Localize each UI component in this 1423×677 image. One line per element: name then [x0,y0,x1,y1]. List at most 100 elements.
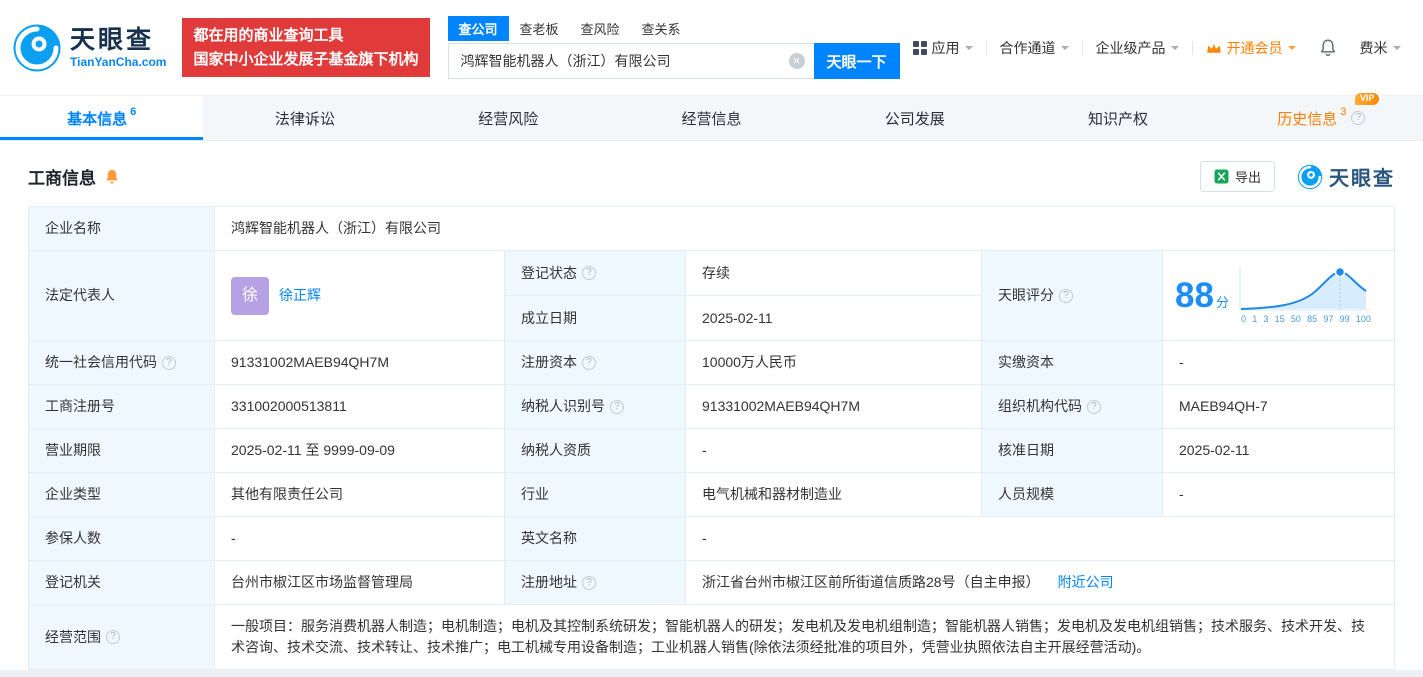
avatar[interactable]: 徐 [231,276,269,315]
help-icon[interactable] [1351,111,1366,125]
chevron-down-icon [1170,45,1179,54]
field-paid-capital-value: - [1162,340,1395,385]
search-input[interactable] [460,53,789,69]
top-nav: 应用 合作通道 企业级产品 开通会员 费米 [900,38,1414,58]
score-distribution-chart: 0 1 3 15 50 85 97 99 100 [1239,264,1371,327]
nav-vip-label: 开通会员 [1226,39,1283,56]
search-tabs: 查公司 查老板 查风险 查关系 [447,16,900,41]
tab-label: 经营风险 [478,110,539,128]
help-icon[interactable] [582,355,596,370]
tab-label: 经营信息 [681,110,742,128]
tab-badge: 6 [130,106,137,118]
nearby-companies-link[interactable]: 附近公司 [1058,574,1114,590]
field-insured-num-label: 参保人数 [28,516,215,561]
help-icon[interactable] [1059,288,1073,303]
field-reg-authority-label: 登记机关 [28,560,215,605]
tab-operating-info[interactable]: 经营信息 [610,96,813,140]
field-legal-rep-value: 徐 徐正辉 [214,250,505,341]
field-business-scope-label: 经营范围 [28,604,215,670]
field-org-code-label: 组织机构代码 [981,384,1163,429]
help-icon[interactable] [610,399,624,414]
field-taxpayer-quality-label: 纳税人资质 [504,428,686,473]
tab-history-info[interactable]: 历史信息 3 VIP [1220,92,1423,140]
clear-icon[interactable] [788,53,805,69]
field-company-type-value: 其他有限责任公司 [214,472,505,517]
tab-intellectual-property[interactable]: 知识产权 [1016,96,1219,140]
brand-text-block: 天眼查 TianYanCha.com [70,26,166,69]
field-reg-capital-label: 注册资本 [504,340,686,385]
tab-legal-proceedings[interactable]: 法律诉讼 [203,96,406,140]
search-button[interactable]: 天眼一下 [813,43,900,79]
field-industry-value: 电气机械和器材制造业 [685,472,982,517]
tab-label: 基本信息 [67,110,128,128]
row-company-name: 企业名称 鸿辉智能机器人（浙江）有限公司 [28,206,1395,251]
field-staff-scale-value: - [1162,472,1395,517]
field-business-scope-value: 一般项目：服务消费机器人制造；电机制造；电机及其控制系统研发；智能机器人的研发；… [214,604,1395,670]
promo-banner: 都在用的商业查询工具 国家中小企业发展子基金旗下机构 [182,18,430,77]
bell-icon [1320,39,1335,57]
apps-grid-icon [912,40,927,55]
tianyancha-watermark: 天眼查 [1297,162,1395,191]
row-authority-address: 登记机关 台州市椒江区市场监督管理局 注册地址 浙江省台州市椒江区前所街道信质路… [28,560,1395,605]
field-paid-capital-label: 实缴资本 [981,340,1163,385]
nav-vip[interactable]: 开通会员 [1193,38,1309,58]
field-legal-rep-label: 法定代表人 [28,250,215,341]
tab-badge: 3 [1340,106,1347,118]
subscribe-bell-icon[interactable] [104,168,120,185]
tab-company-development[interactable]: 公司发展 [813,96,1016,140]
help-icon[interactable] [106,630,120,644]
promo-line1: 都在用的商业查询工具 [193,27,344,45]
main-content: 工商信息 导出 天眼查 企业名称 鸿辉智能机器人（浙江）有限公司 法定代表人 徐… [0,141,1423,670]
help-icon[interactable] [1087,399,1101,414]
field-reg-authority-value: 台州市椒江区市场监督管理局 [214,560,505,605]
help-icon[interactable] [582,266,596,280]
search-tab-risk[interactable]: 查风险 [570,16,631,41]
field-tyc-score-label: 天眼评分 [981,250,1163,341]
field-reg-number-label: 工商注册号 [28,384,215,429]
help-icon[interactable] [582,575,596,590]
nav-enterprise[interactable]: 企业级产品 [1083,38,1192,58]
promo-line2: 国家中小企业发展子基金旗下机构 [193,50,419,68]
help-icon[interactable] [162,355,176,370]
field-taxpayer-id-value: 91331002MAEB94QH7M [685,384,982,429]
search-tab-relation[interactable]: 查关系 [631,16,692,41]
section-actions: 导出 天眼查 [1199,161,1395,192]
brand-logo[interactable]: 天眼查 TianYanCha.com [12,23,166,73]
user-menu[interactable]: 费米 [1347,38,1414,58]
field-reg-address-label: 注册地址 [504,560,686,605]
nav-cooperation-label: 合作通道 [999,39,1056,56]
chevron-down-icon [1060,45,1069,54]
legal-rep-link[interactable]: 徐正辉 [279,285,321,306]
search-area: 查公司 查老板 查风险 查关系 天眼一下 [447,16,900,79]
row-type-industry-staff: 企业类型 其他有限责任公司 行业 电气机械和器材制造业 人员规模 - [28,472,1395,517]
field-english-name-value: - [685,516,1395,561]
notifications-bell[interactable] [1309,38,1347,57]
tab-label: 知识产权 [1088,110,1149,128]
tab-label: 公司发展 [884,110,945,128]
field-establish-date-label: 成立日期 [504,295,686,341]
section-header: 工商信息 导出 天眼查 [28,161,1395,192]
tab-basic-info[interactable]: 基本信息 6 [0,96,204,140]
field-reg-address-value: 浙江省台州市椒江区前所街道信质路28号（自主申报） 附近公司 [685,560,1395,605]
header: 天眼查 TianYanCha.com 都在用的商业查询工具 国家中小企业发展子基… [0,0,1423,95]
nav-apps[interactable]: 应用 [900,38,986,58]
watermark-text: 天眼查 [1329,168,1395,190]
field-company-name-value: 鸿辉智能机器人（浙江）有限公司 [214,206,1395,251]
field-industry-label: 行业 [504,472,686,517]
username: 费米 [1359,39,1388,56]
vip-badge: VIP [1354,92,1380,105]
tianyancha-logo-icon [13,24,61,71]
field-reg-number-value: 331002000513811 [214,384,505,429]
tab-label: 法律诉讼 [274,110,335,128]
field-reg-status-value: 存续 [685,250,982,296]
nav-cooperation[interactable]: 合作通道 [987,38,1082,58]
search-tab-company[interactable]: 查公司 [447,16,509,41]
field-taxpayer-quality-value: - [685,428,982,473]
row-insured-english: 参保人数 - 英文名称 - [28,516,1395,561]
export-button[interactable]: 导出 [1199,161,1275,192]
business-info-table: 企业名称 鸿辉智能机器人（浙江）有限公司 法定代表人 徐 徐正辉 登记状态 存续… [28,206,1395,670]
field-company-name-label: 企业名称 [28,206,215,251]
search-tab-boss[interactable]: 查老板 [509,16,570,41]
row-legal-rep-status-score: 法定代表人 徐 徐正辉 登记状态 存续 天眼评分 88分 [28,250,1395,341]
tab-operating-risk[interactable]: 经营风险 [407,96,610,140]
